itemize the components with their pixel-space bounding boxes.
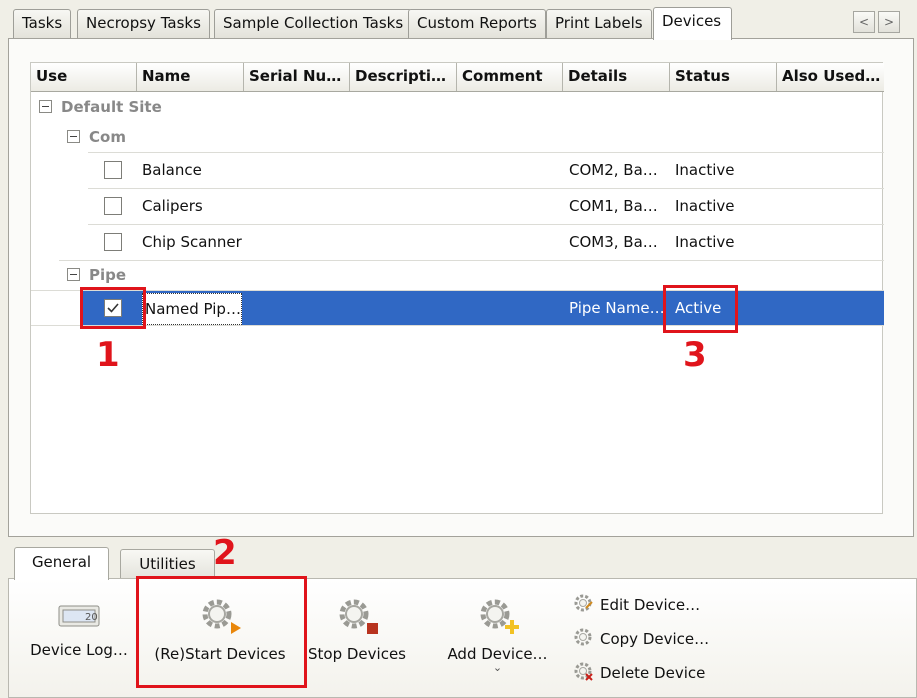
device-details: COM1, Ba… <box>569 197 658 215</box>
edit-device-label: Edit Device… <box>600 596 701 614</box>
device-details: Pipe Name… <box>569 299 665 317</box>
dropdown-caret-icon[interactable]: ⌄ <box>440 662 555 673</box>
device-name[interactable]: Named Pip… <box>142 293 242 325</box>
tab-sample-collection-tasks[interactable]: Sample Collection Tasks <box>214 9 413 38</box>
tab-custom-reports[interactable]: Custom Reports <box>408 9 546 38</box>
callout-box-1 <box>80 287 146 329</box>
callout-number-1: 1 <box>96 335 120 375</box>
delete-device-label: Delete Device <box>600 664 706 682</box>
gear-stop-icon <box>339 599 378 634</box>
use-checkbox[interactable] <box>104 161 122 179</box>
column-header-comment[interactable]: Comment <box>457 63 563 91</box>
use-checkbox[interactable] <box>104 233 122 251</box>
table-row[interactable]: Balance COM2, Ba… Inactive <box>88 152 884 188</box>
ribbon-tab-strip: General Utilities <box>0 543 917 580</box>
column-header-status[interactable]: Status <box>670 63 777 91</box>
column-header-name[interactable]: Name <box>137 63 244 91</box>
svg-text:20: 20 <box>85 612 98 623</box>
gear-add-icon <box>480 599 519 634</box>
copy-device-label: Copy Device… <box>600 630 710 648</box>
collapse-icon[interactable] <box>39 100 52 113</box>
tab-utilities[interactable]: Utilities <box>120 549 215 579</box>
device-status: Inactive <box>675 197 735 215</box>
device-status: Inactive <box>675 233 735 251</box>
stop-devices-label: Stop Devices <box>308 645 406 663</box>
device-details: COM2, Ba… <box>569 161 658 179</box>
column-header-use[interactable]: Use <box>31 63 137 91</box>
column-header-serial-number[interactable]: Serial Nu… <box>244 63 350 91</box>
device-name: Balance <box>142 161 202 179</box>
collapse-icon[interactable] <box>67 268 80 281</box>
top-tab-strip: Tasks Necropsy Tasks Sample Collection T… <box>0 0 917 40</box>
row-divider <box>31 325 884 326</box>
use-checkbox[interactable] <box>104 197 122 215</box>
device-name: Calipers <box>142 197 203 215</box>
grid-header: Use Name Serial Nu… Descripti… Comment D… <box>31 63 884 92</box>
gear-delete-icon <box>574 662 593 681</box>
tab-print-labels[interactable]: Print Labels <box>546 9 652 38</box>
device-log-icon: 20 <box>58 605 100 627</box>
delete-device-button[interactable]: Delete Device <box>572 660 705 682</box>
group-default-site[interactable]: Default Site <box>39 98 162 116</box>
tab-general[interactable]: General <box>14 547 109 580</box>
devices-grid: Use Name Serial Nu… Descripti… Comment D… <box>30 62 884 514</box>
group-pipe[interactable]: Pipe <box>67 266 126 284</box>
add-device-button[interactable]: Add Device… ⌄ <box>440 592 555 673</box>
group-label: Com <box>89 128 126 146</box>
tab-scroll-left-button[interactable]: < <box>853 11 875 33</box>
group-label: Default Site <box>61 98 162 116</box>
table-row[interactable]: Calipers COM1, Ba… Inactive <box>88 188 884 224</box>
group-label: Pipe <box>89 266 127 284</box>
table-row[interactable]: Chip Scanner COM3, Ba… Inactive <box>88 224 884 260</box>
callout-number-3: 3 <box>683 335 707 375</box>
callout-box-2 <box>136 576 307 688</box>
tab-tasks[interactable]: Tasks <box>13 9 72 38</box>
device-details: COM3, Ba… <box>569 233 658 251</box>
group-com[interactable]: Com <box>67 128 126 146</box>
tab-devices[interactable]: Devices <box>653 7 732 40</box>
edit-device-button[interactable]: Edit Device… <box>572 592 700 614</box>
callout-number-2: 2 <box>213 533 237 573</box>
column-header-also-used[interactable]: Also Used… <box>777 63 884 91</box>
device-log-button[interactable]: 20 Device Log… <box>24 596 134 659</box>
tab-scroll-right-button[interactable]: > <box>878 11 900 33</box>
column-header-description[interactable]: Descripti… <box>350 63 457 91</box>
device-log-label: Device Log… <box>30 641 128 659</box>
copy-device-button[interactable]: Copy Device… <box>572 626 709 648</box>
gear-edit-icon <box>574 594 593 612</box>
collapse-icon[interactable] <box>67 130 80 143</box>
column-header-details[interactable]: Details <box>563 63 670 91</box>
device-name: Chip Scanner <box>142 233 242 251</box>
table-row-selected[interactable]: Named Pip… Pipe Name… Active <box>83 291 884 325</box>
stop-devices-button[interactable]: Stop Devices <box>305 592 409 663</box>
callout-box-3 <box>663 285 738 333</box>
tab-necropsy-tasks[interactable]: Necropsy Tasks <box>77 9 210 38</box>
row-divider <box>59 260 884 261</box>
device-status: Inactive <box>675 161 735 179</box>
gear-copy-icon <box>574 628 592 646</box>
